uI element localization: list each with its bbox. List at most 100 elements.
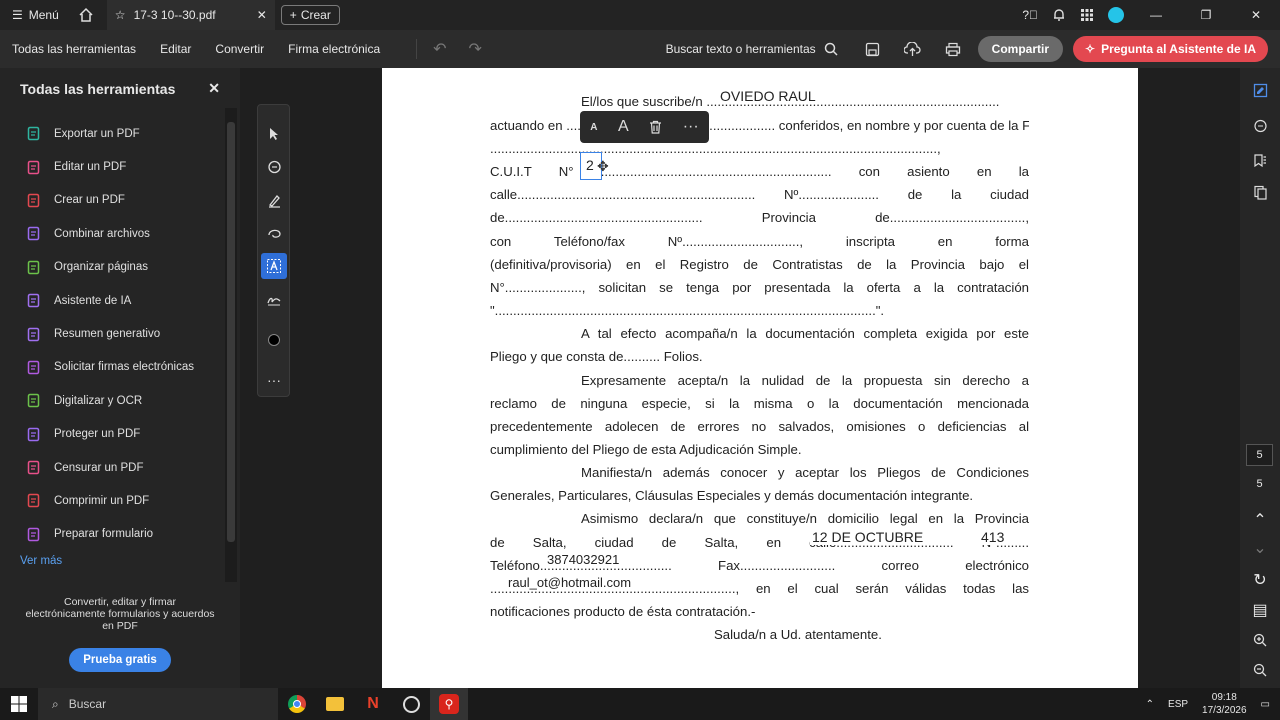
minimize-button[interactable]: — <box>1138 8 1174 22</box>
doc-line: Generales, Particulares, Cláusulas Espec… <box>490 488 974 503</box>
color-picker-icon[interactable] <box>261 327 287 353</box>
tool-item[interactable]: Censurar un PDF <box>0 451 240 484</box>
clock[interactable]: 09:18 17/3/2026 <box>1202 691 1247 717</box>
filled-email[interactable]: raul_ot@hotmail.com <box>507 575 633 590</box>
menu-button[interactable]: ☰ Menú <box>0 0 71 30</box>
next-page-icon[interactable]: ⌄ <box>1250 538 1270 558</box>
cloud-upload-icon[interactable] <box>898 35 928 63</box>
chrome-icon[interactable] <box>278 688 316 720</box>
doc-line: (definitiva/provisoria) en el Registro d… <box>490 257 1029 272</box>
close-panel-icon[interactable]: ✕ <box>208 80 220 97</box>
filled-number[interactable]: 413 <box>980 529 1006 545</box>
more-tools-icon[interactable]: ··· <box>261 367 287 393</box>
tool-item-label: Asistente de IA <box>54 294 132 307</box>
ai-assistant-button[interactable]: ✧ Pregunta al Asistente de IA <box>1073 36 1268 62</box>
share-button[interactable]: Compartir <box>977 36 1063 62</box>
promo-text: Convertir, editar y firmar electrónicame… <box>25 596 215 632</box>
star-icon[interactable]: ☆ <box>115 8 126 22</box>
see-more-link[interactable]: Ver más <box>0 555 240 567</box>
filled-street[interactable]: 12 DE OCTUBRE <box>810 529 926 545</box>
filled-phone[interactable]: 3874032921 <box>546 552 621 567</box>
save-icon[interactable] <box>858 35 888 63</box>
draw-tool-icon[interactable] <box>261 220 287 246</box>
free-trial-button[interactable]: Prueba gratis <box>69 648 171 672</box>
panel-scroll-thumb[interactable] <box>227 122 235 542</box>
close-window-button[interactable]: ✕ <box>1238 8 1274 22</box>
hamburger-icon: ☰ <box>12 8 23 22</box>
title-bar: ☰ Menú ☆ 17-3 10--30.pdf ✕ + Crear ?⃝ — … <box>0 0 1280 30</box>
zoom-in-icon[interactable] <box>1250 630 1270 650</box>
create-button[interactable]: + Crear <box>280 5 340 25</box>
menu-all-tools[interactable]: Todas las herramientas <box>0 42 148 56</box>
bookmarks-icon[interactable] <box>1250 150 1270 170</box>
selected-text-box[interactable]: 2 ✥ <box>580 152 609 180</box>
decrease-font-icon[interactable]: A <box>590 122 597 133</box>
tool-item[interactable]: Proteger un PDF <box>0 418 240 451</box>
tool-item[interactable]: Asistente de IA <box>0 284 240 317</box>
filled-name[interactable]: OVIEDO RAUL <box>718 88 818 104</box>
undo-icon[interactable]: ↶ <box>433 39 446 59</box>
menu-convert[interactable]: Convertir <box>203 42 276 56</box>
tool-item[interactable]: Digitalizar y OCR <box>0 384 240 417</box>
taskbar-search[interactable]: ⌕ Buscar <box>38 688 278 720</box>
clock-time: 09:18 <box>1211 692 1237 703</box>
tool-item[interactable]: Comprimir un PDF <box>0 484 240 517</box>
apps-grid-icon[interactable] <box>1080 8 1094 22</box>
select-tool-icon[interactable] <box>261 121 287 147</box>
menu-label: Menú <box>28 8 59 22</box>
panel-scrollbar[interactable] <box>225 108 237 582</box>
page-number-input[interactable]: 5 <box>1246 444 1273 466</box>
edit-panel-icon[interactable] <box>1250 80 1270 100</box>
pdf-page[interactable]: El/los que suscribe/n ..................… <box>382 68 1138 688</box>
tool-item[interactable]: Resumen generativo <box>0 317 240 350</box>
tool-item-label: Comprimir un PDF <box>54 494 150 507</box>
maximize-button[interactable]: ❐ <box>1188 8 1224 22</box>
comment-tool-icon[interactable] <box>261 154 287 180</box>
tool-item[interactable]: Preparar formulario <box>0 518 240 551</box>
doc-line: con Teléfono/fax Nº.....................… <box>490 234 1029 249</box>
delete-icon[interactable] <box>649 120 662 134</box>
prev-page-icon[interactable]: ⌃ <box>1250 510 1270 530</box>
zoom-out-icon[interactable] <box>1250 660 1270 680</box>
filled-cuit[interactable]: 2 <box>586 157 594 173</box>
rotate-icon[interactable]: ↻ <box>1250 570 1270 590</box>
ai-sparkle-icon: ✧ <box>1085 42 1096 56</box>
notifications-icon[interactable]: ▭ <box>1261 699 1270 710</box>
doc-line: actuando en ............................… <box>490 118 1029 133</box>
print-icon[interactable] <box>938 35 968 63</box>
acrobat-icon[interactable]: ⚲ <box>430 688 468 720</box>
pages-icon[interactable] <box>1250 182 1270 202</box>
comments-panel-icon[interactable] <box>1250 116 1270 136</box>
menu-bar: Todas las herramientas Editar Convertir … <box>0 30 1280 68</box>
close-tab-icon[interactable]: ✕ <box>257 8 267 22</box>
promo-box: Convertir, editar y firmar electrónicame… <box>0 596 240 672</box>
document-tab[interactable]: ☆ 17-3 10--30.pdf ✕ <box>106 0 275 30</box>
avatar[interactable] <box>1108 7 1124 23</box>
tool-item[interactable]: Exportar un PDF <box>0 117 240 150</box>
text-box-tool-icon[interactable] <box>261 253 287 279</box>
highlight-tool-icon[interactable] <box>261 187 287 213</box>
tool-item[interactable]: Solicitar firmas electrónicas <box>0 351 240 384</box>
tool-item[interactable]: Editar un PDF <box>0 150 240 183</box>
doc-line: C.U.I.T N° .............................… <box>490 164 1029 179</box>
search-tools-button[interactable]: Buscar texto o herramientas <box>666 42 848 56</box>
help-icon[interactable]: ?⃝ <box>1022 8 1038 22</box>
home-button[interactable] <box>71 0 101 30</box>
language-indicator[interactable]: ESP <box>1168 699 1188 710</box>
app-n-icon[interactable]: N <box>354 688 392 720</box>
tool-item[interactable]: Combinar archivos <box>0 217 240 250</box>
increase-font-icon[interactable]: A <box>618 118 629 136</box>
page-fit-icon[interactable]: ▤ <box>1250 600 1270 620</box>
windows-start-icon[interactable] <box>0 688 38 720</box>
menu-edit[interactable]: Editar <box>148 42 203 56</box>
file-explorer-icon[interactable] <box>316 688 354 720</box>
menu-e-sign[interactable]: Firma electrónica <box>276 42 392 56</box>
signature-tool-icon[interactable] <box>261 286 287 312</box>
app-circle-icon[interactable] <box>392 688 430 720</box>
redo-icon[interactable]: ↷ <box>469 39 482 59</box>
tray-chevron-icon[interactable]: ⌃ <box>1146 699 1154 710</box>
bell-icon[interactable] <box>1052 8 1066 22</box>
more-options-icon[interactable]: ··· <box>683 118 699 136</box>
tool-item[interactable]: Crear un PDF <box>0 184 240 217</box>
tool-item[interactable]: Organizar páginas <box>0 251 240 284</box>
